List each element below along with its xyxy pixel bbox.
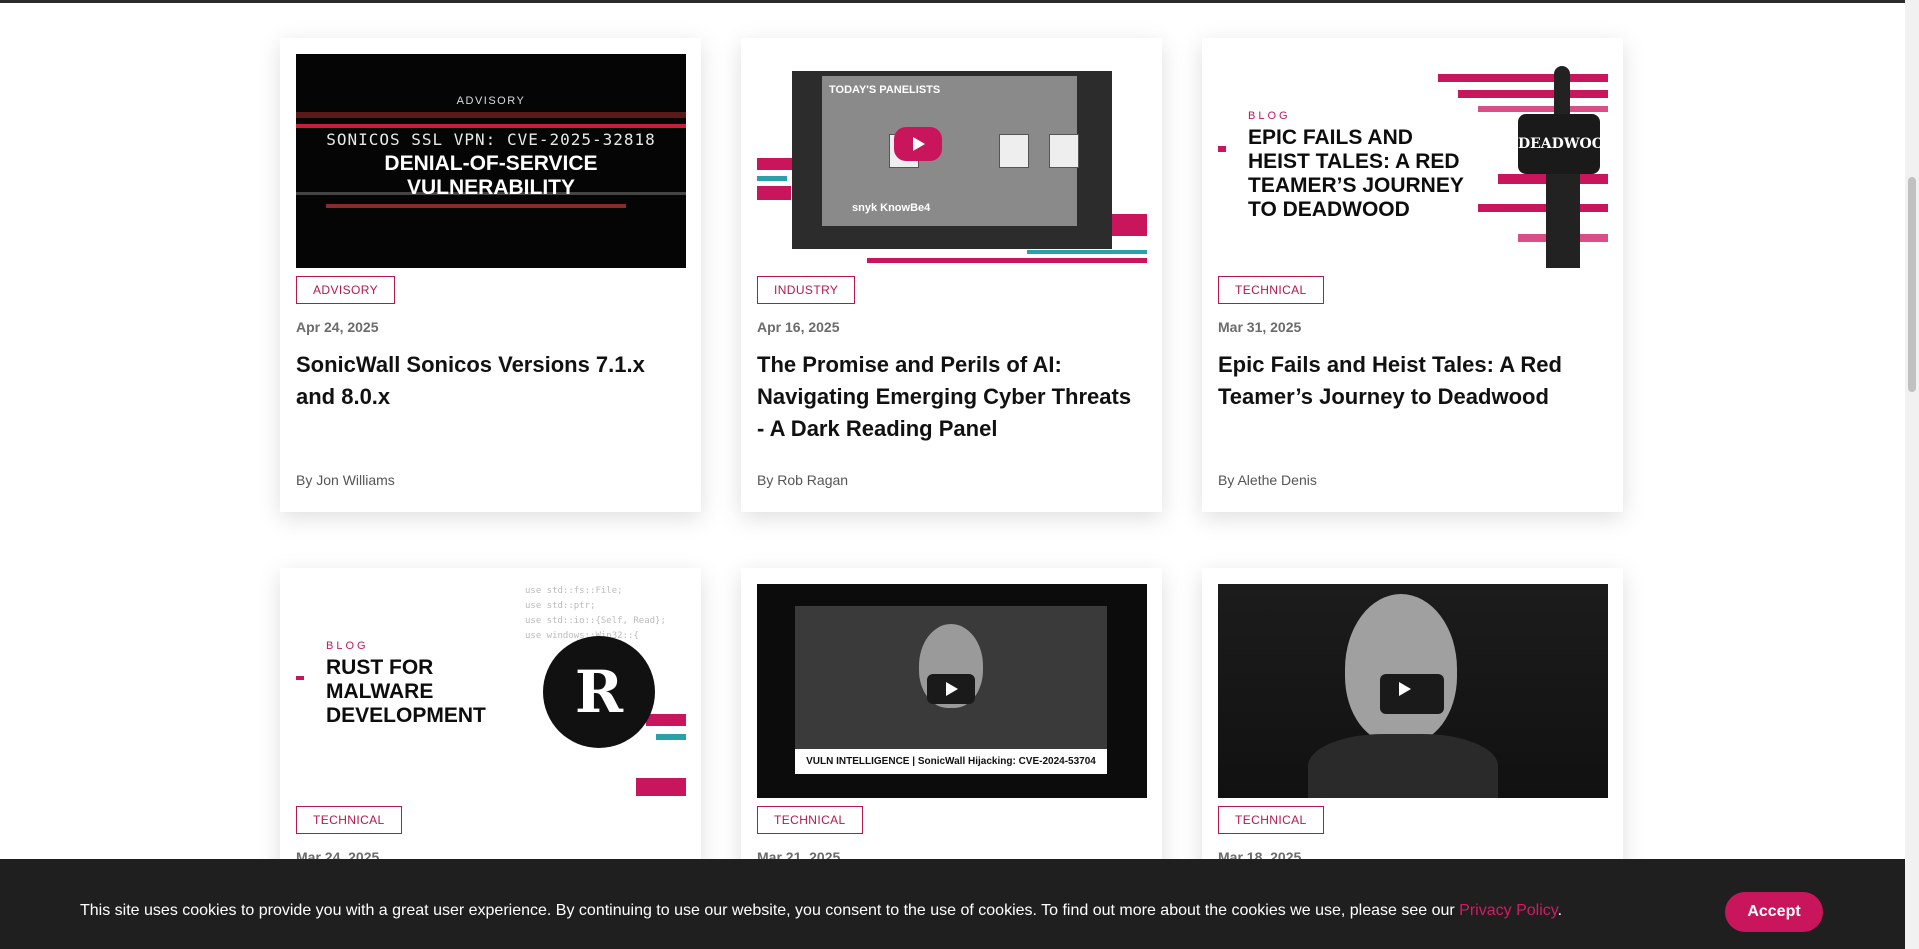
article-card[interactable]: ADVISORY SONICOS SSL VPN: CVE-2025-32818… <box>280 38 701 512</box>
privacy-policy-link[interactable]: Privacy Policy <box>1459 902 1557 919</box>
deadwood-sign: DEADWOOD <box>1518 114 1608 174</box>
cookie-message: This site uses cookies to provide you wi… <box>80 902 1562 920</box>
accept-cookies-button[interactable]: Accept <box>1725 892 1823 932</box>
article-thumbnail[interactable]: use std::fs::File; use std::ptr; use std… <box>296 584 686 798</box>
code-line: use std::io::{Self, Read}; <box>525 616 666 626</box>
page-scrollbar[interactable] <box>1905 0 1919 949</box>
article-thumbnail[interactable]: VULN INTELLIGENCE | SonicWall Hijacking:… <box>757 584 1147 798</box>
category-tag[interactable]: TECHNICAL <box>1218 276 1324 304</box>
panelist-photo <box>1049 134 1079 168</box>
post-date: Mar 31, 2025 <box>1218 319 1302 335</box>
post-date: Apr 16, 2025 <box>757 319 840 335</box>
thumb-cve-line: SONICOS SSL VPN: CVE-2025-32818 <box>326 130 656 149</box>
signpost <box>1546 174 1580 268</box>
thumb-headline-line: DENIAL-OF-SERVICE <box>384 152 598 175</box>
thumb-headline-line: MALWARE <box>326 680 434 703</box>
code-line: use std::ptr; <box>525 601 596 611</box>
thumb-headline-line: TO DEADWOOD <box>1248 198 1410 221</box>
blog-label: BLOG <box>326 640 369 652</box>
scrollbar-thumb[interactable] <box>1908 177 1916 392</box>
category-tag[interactable]: TECHNICAL <box>757 806 863 834</box>
slide-heading: TODAY'S PANELISTS <box>829 84 941 96</box>
author-byline: By Jon Williams <box>296 472 395 488</box>
author-byline: By Rob Ragan <box>757 472 849 488</box>
signpost-finial <box>1554 66 1570 114</box>
play-icon[interactable] <box>894 127 942 161</box>
article-thumbnail[interactable]: ADVISORY SONICOS SSL VPN: CVE-2025-32818… <box>296 54 686 268</box>
play-icon[interactable] <box>927 674 975 704</box>
article-title[interactable]: SonicWall Sonicos Versions 7.1.x and 8.0… <box>296 349 681 413</box>
video-caption: VULN INTELLIGENCE | SonicWall Hijacking:… <box>795 749 1107 774</box>
thumb-headline-line: RUST FOR <box>326 656 434 679</box>
article-thumbnail[interactable] <box>1218 584 1608 798</box>
article-title[interactable]: The Promise and Perils of AI: Navigating… <box>757 349 1142 445</box>
thumb-label: ADVISORY <box>456 95 526 107</box>
post-date: Apr 24, 2025 <box>296 319 379 335</box>
article-card[interactable]: TODAY'S PANELISTS snyk KnowBe4 INDUSTRY … <box>741 38 1162 512</box>
cookie-text: This site uses cookies to provide you wi… <box>80 902 1460 919</box>
speaker-photo <box>1345 594 1457 744</box>
thumb-headline: RUST FOR MALWARE DEVELOPMENT <box>326 656 486 728</box>
thumb-headline-line: DEVELOPMENT <box>326 704 486 727</box>
thumb-headline-line: TEAMER’S JOURNEY <box>1248 174 1464 197</box>
blog-label: BLOG <box>1248 110 1291 122</box>
thumb-headline-line: VULNERABILITY <box>407 176 575 199</box>
thumb-headline-line: HEIST TALES: A RED <box>1248 150 1460 173</box>
category-tag[interactable]: TECHNICAL <box>296 806 402 834</box>
thumb-headline: EPIC FAILS AND HEIST TALES: A RED TEAMER… <box>1248 126 1464 222</box>
category-tag[interactable]: ADVISORY <box>296 276 395 304</box>
article-thumbnail[interactable]: TODAY'S PANELISTS snyk KnowBe4 <box>757 54 1147 268</box>
panelist-photo <box>999 134 1029 168</box>
speaker-shoulders <box>1308 734 1498 798</box>
sponsor-logos: snyk KnowBe4 <box>852 202 931 214</box>
cookie-banner: This site uses cookies to provide you wi… <box>0 859 1905 949</box>
article-title[interactable]: Epic Fails and Heist Tales: A Red Teamer… <box>1218 349 1603 413</box>
author-byline: By Alethe Denis <box>1218 472 1317 488</box>
category-tag[interactable]: TECHNICAL <box>1218 806 1324 834</box>
blog-grid-page: ADVISORY SONICOS SSL VPN: CVE-2025-32818… <box>0 0 1905 949</box>
rust-logo-icon <box>543 636 655 748</box>
cookie-text-end: . <box>1557 902 1563 919</box>
play-icon[interactable] <box>1380 674 1444 714</box>
thumb-headline-line: EPIC FAILS AND <box>1248 126 1413 149</box>
article-thumbnail[interactable]: DEADWOOD BLOG EPIC FAILS AND HEIST TALES… <box>1218 54 1608 268</box>
thumb-headline: DENIAL-OF-SERVICE VULNERABILITY <box>296 152 686 200</box>
category-tag[interactable]: INDUSTRY <box>757 276 856 304</box>
article-card[interactable]: DEADWOOD BLOG EPIC FAILS AND HEIST TALES… <box>1202 38 1623 512</box>
code-snippet: use std::fs::File; use std::ptr; use std… <box>525 584 666 644</box>
code-line: use std::fs::File; <box>525 586 623 596</box>
